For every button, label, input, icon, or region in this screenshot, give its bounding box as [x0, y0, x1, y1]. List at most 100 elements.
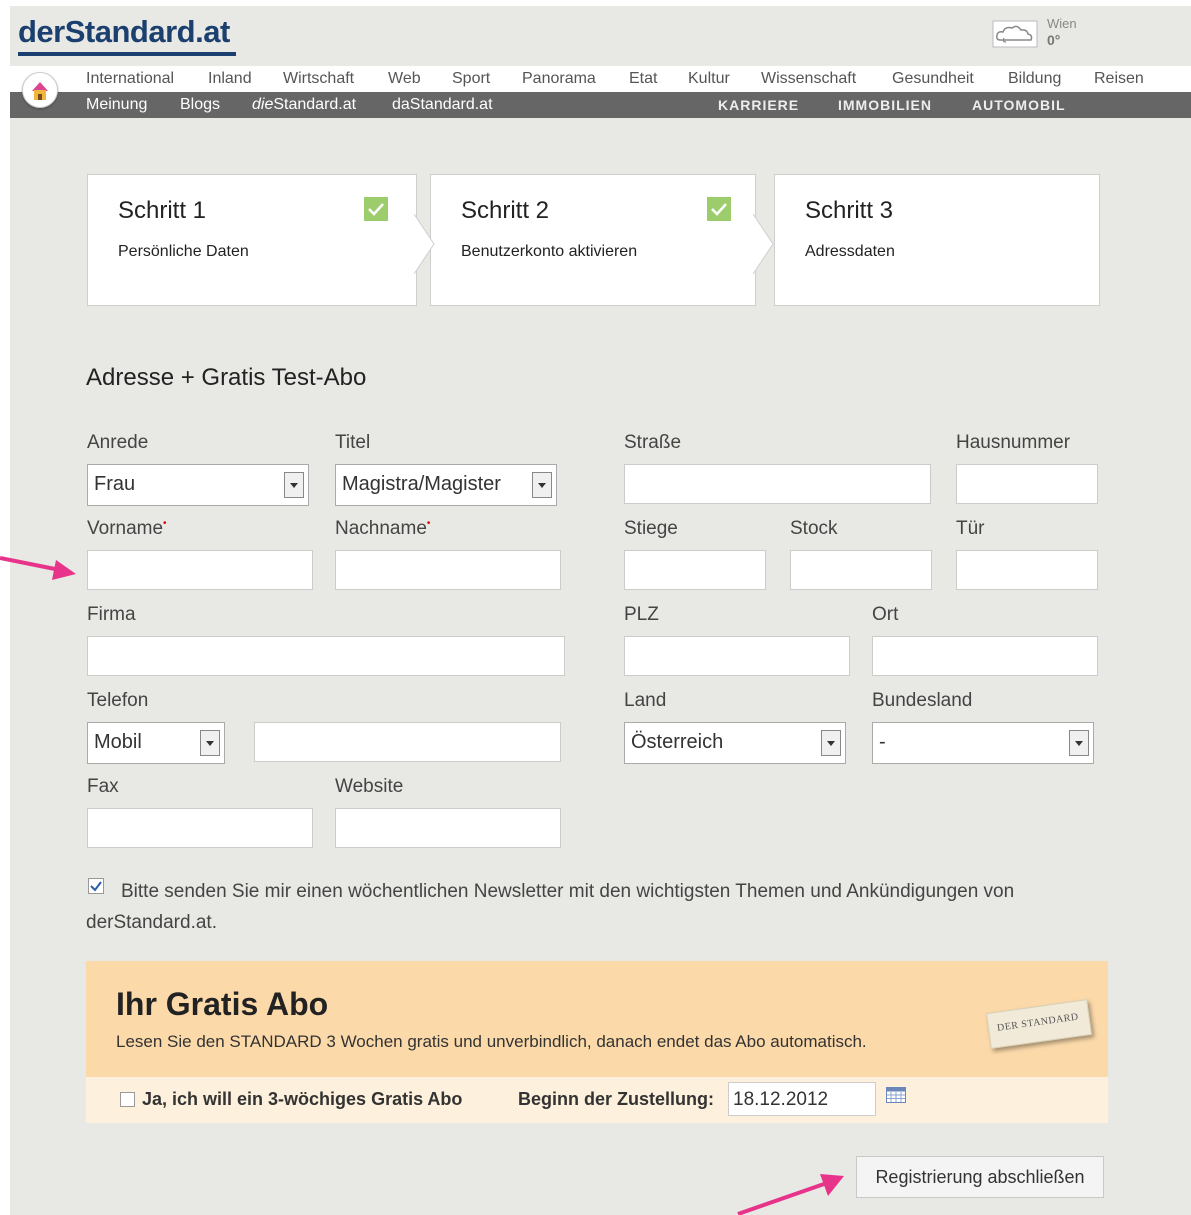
- label-website: Website: [335, 776, 404, 797]
- label-anrede: Anrede: [87, 432, 149, 453]
- telefon-type-select[interactable]: Mobil: [87, 722, 225, 764]
- label-strasse: Straße: [624, 432, 682, 453]
- dropdown-arrow-icon: [532, 472, 552, 498]
- dropdown-arrow-icon: [1069, 730, 1089, 756]
- label-titel: Titel: [335, 432, 371, 453]
- nav-wirtschaft[interactable]: Wirtschaft: [283, 70, 354, 88]
- hausnummer-input[interactable]: [956, 464, 1098, 504]
- anrede-select[interactable]: Frau: [87, 464, 309, 506]
- label-fax: Fax: [87, 776, 119, 797]
- titel-value: Magistra/Magister: [342, 473, 501, 495]
- label-telefon: Telefon: [87, 690, 149, 711]
- home-icon: [32, 82, 48, 100]
- bundesland-value: -: [879, 731, 886, 753]
- step-1-subtitle: Persönliche Daten: [118, 243, 249, 260]
- nav-karriere[interactable]: KARRIERE: [718, 97, 799, 113]
- step-2-title: Schritt 2: [461, 197, 550, 224]
- nav-international[interactable]: International: [86, 70, 174, 88]
- logo-underline: [18, 52, 236, 56]
- beginn-label: Beginn der Zustellung:: [518, 1089, 714, 1109]
- required-icon: •: [426, 518, 431, 529]
- nav-inland[interactable]: Inland: [208, 70, 252, 88]
- nav-panorama[interactable]: Panorama: [522, 70, 596, 88]
- label-plz: PLZ: [624, 604, 659, 625]
- nav-etat[interactable]: Etat: [629, 70, 657, 88]
- newsletter-text: Bitte senden Sie mir einen wöchentlichen…: [86, 881, 1015, 933]
- nav-dastandard[interactable]: daStandard.at: [392, 96, 493, 114]
- annotation-arrow-icon: [0, 556, 76, 580]
- section-title: Adresse + Gratis Test-Abo: [86, 364, 367, 391]
- step-1: Schritt 1 Persönliche Daten: [87, 174, 417, 306]
- nav-immobilien[interactable]: IMMOBILIEN: [838, 97, 932, 113]
- nav-sport[interactable]: Sport: [452, 70, 490, 88]
- cloud-icon: [992, 20, 1038, 48]
- label-land: Land: [624, 690, 667, 711]
- step-3-title: Schritt 3: [805, 197, 894, 224]
- step-2: Schritt 2 Benutzerkonto aktivieren: [430, 174, 756, 306]
- nav-meinung[interactable]: Meinung: [86, 96, 147, 114]
- required-icon: •: [163, 518, 167, 529]
- label-stock: Stock: [790, 518, 838, 539]
- step-3-subtitle: Adressdaten: [805, 243, 895, 260]
- label-bundesland: Bundesland: [872, 690, 973, 711]
- abo-checkbox[interactable]: [120, 1092, 135, 1107]
- label-tuer: Tür: [956, 518, 985, 539]
- label-firma: Firma: [87, 604, 136, 625]
- strasse-input[interactable]: [624, 464, 931, 504]
- submit-registration-button[interactable]: Registrierung abschließen: [856, 1156, 1104, 1198]
- label-hausnummer: Hausnummer: [956, 432, 1071, 453]
- bundesland-select[interactable]: -: [872, 722, 1094, 764]
- nav-automobil[interactable]: AUTOMOBIL: [972, 97, 1066, 113]
- plz-input[interactable]: [624, 636, 850, 676]
- nav-reisen[interactable]: Reisen: [1094, 70, 1144, 88]
- land-select[interactable]: Österreich: [624, 722, 846, 764]
- page-canvas: derStandard.at Wien 0° International Inl…: [10, 6, 1191, 1215]
- step-chevron-icon: [414, 214, 435, 274]
- home-button[interactable]: [22, 72, 58, 108]
- abo-checkbox-label[interactable]: Ja, ich will ein 3-wöchiges Gratis Abo: [142, 1089, 462, 1110]
- stock-input[interactable]: [790, 550, 932, 590]
- calendar-icon[interactable]: [886, 1087, 906, 1103]
- newspaper-logo-text: DER STANDARD: [996, 1011, 1080, 1034]
- vorname-input[interactable]: [87, 550, 313, 590]
- label-nachname-text: Nachname: [335, 518, 427, 539]
- checkmark-icon: [707, 197, 731, 221]
- nav-bildung[interactable]: Bildung: [1008, 70, 1061, 88]
- nav-wissenschaft[interactable]: Wissenschaft: [761, 70, 856, 88]
- nav-web[interactable]: Web: [388, 70, 421, 88]
- nav-blogs[interactable]: Blogs: [180, 96, 220, 114]
- step-2-subtitle: Benutzerkonto aktivieren: [461, 243, 638, 260]
- telefon-type-value: Mobil: [94, 731, 142, 753]
- label-vorname: Vorname•: [87, 518, 167, 540]
- fax-input[interactable]: [87, 808, 313, 848]
- stiege-input[interactable]: [624, 550, 766, 590]
- ort-input[interactable]: [872, 636, 1098, 676]
- telefon-input[interactable]: [254, 722, 561, 762]
- label-ort: Ort: [872, 604, 899, 625]
- label-nachname: Nachname•: [335, 518, 430, 540]
- tuer-input[interactable]: [956, 550, 1098, 590]
- step-1-title: Schritt 1: [118, 197, 207, 224]
- checkmark-icon: [364, 197, 388, 221]
- firma-input[interactable]: [87, 636, 565, 676]
- land-value: Österreich: [631, 731, 724, 753]
- website-input[interactable]: [335, 808, 561, 848]
- weather-city: Wien: [1047, 16, 1077, 31]
- anrede-value: Frau: [94, 473, 136, 495]
- abo-title: Ihr Gratis Abo: [116, 986, 329, 1022]
- titel-select[interactable]: Magistra/Magister: [335, 464, 557, 506]
- dropdown-arrow-icon: [200, 730, 220, 756]
- nav-gesundheit[interactable]: Gesundheit: [892, 70, 974, 88]
- nav-diestandard[interactable]: dieStandard.at: [252, 96, 356, 114]
- nachname-input[interactable]: [335, 550, 561, 590]
- nav-diestandard-prefix: die: [252, 96, 274, 113]
- label-vorname-text: Vorname: [87, 518, 164, 539]
- dropdown-arrow-icon: [821, 730, 841, 756]
- beginn-date-input[interactable]: 18.12.2012: [728, 1082, 876, 1116]
- abo-description: Lesen Sie den STANDARD 3 Wochen gratis u…: [116, 1032, 867, 1051]
- step-3: Schritt 3 Adressdaten: [774, 174, 1100, 306]
- step-chevron-icon: [753, 214, 774, 274]
- annotation-arrow-icon: [737, 1174, 844, 1215]
- nav-kultur[interactable]: Kultur: [688, 70, 730, 88]
- site-logo[interactable]: derStandard.at: [18, 14, 230, 50]
